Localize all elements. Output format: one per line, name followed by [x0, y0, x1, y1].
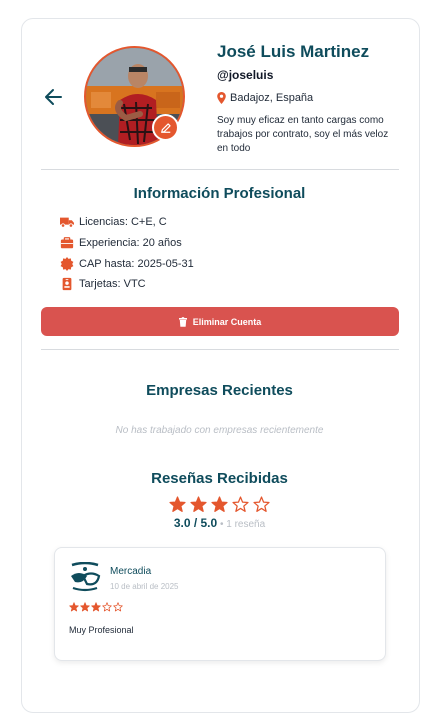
star-empty-icon [113, 602, 123, 612]
cap-text: CAP hasta: 2025-05-31 [79, 258, 194, 270]
review-date: 10 de abril de 2025 [110, 582, 179, 591]
review-company-name: Mercadia [110, 566, 152, 577]
company-logo-icon [71, 562, 101, 592]
info-cap: CAP hasta: 2025-05-31 [60, 256, 194, 272]
recent-companies-empty: No has trabajado con empresas recienteme… [115, 425, 324, 436]
star-filled-icon [211, 496, 228, 512]
experience-text: Experiencia: 20 años [79, 237, 182, 249]
star-filled-icon [91, 602, 101, 612]
back-button[interactable] [43, 88, 63, 106]
profile-name: José Luis Martinez [217, 42, 370, 61]
star-empty-icon [232, 496, 249, 512]
cards-text: Tarjetas: VTC [79, 278, 146, 290]
star-filled-icon [190, 496, 207, 512]
id-card-icon [62, 277, 72, 291]
briefcase-icon [60, 237, 74, 249]
professional-info-title: Información Profesional [133, 185, 306, 202]
avatar-container [84, 46, 185, 147]
review-rating-stars [69, 602, 123, 612]
average-rating-stars [0, 496, 439, 513]
star-empty-icon [253, 496, 270, 512]
delete-account-button[interactable]: Eliminar Cuenta [41, 307, 399, 336]
star-empty-icon [102, 602, 112, 612]
star-filled-icon [69, 602, 79, 612]
review-text: Muy Profesional [69, 625, 134, 635]
truck-icon [60, 217, 74, 228]
profile-bio: Soy muy eficaz en tanto cargas como trab… [217, 115, 389, 154]
star-filled-icon [169, 496, 186, 512]
trash-icon [178, 316, 187, 327]
recent-companies-title: Empresas Recientes [146, 382, 293, 399]
profile-location: Badajoz, España [217, 92, 313, 104]
review-count: • 1 reseña [217, 519, 266, 530]
info-licenses: Licencias: C+E, C [60, 214, 167, 230]
edit-avatar-button[interactable] [152, 114, 179, 141]
rating-summary: 3.0 / 5.0 • 1 reseña [0, 516, 439, 530]
reviews-title: Reseñas Recibidas [151, 470, 288, 487]
pencil-icon [160, 122, 171, 133]
review-card: Mercadia 10 de abril de 2025 Muy Profesi… [54, 547, 386, 661]
profile-handle: @joseluis [217, 68, 274, 82]
location-label: Badajoz, España [230, 92, 314, 104]
arrow-left-icon [45, 89, 62, 105]
divider [41, 349, 399, 350]
delete-account-label: Eliminar Cuenta [192, 316, 262, 327]
info-experience: Experiencia: 20 años [60, 235, 182, 251]
licenses-text: Licencias: C+E, C [79, 216, 167, 228]
star-filled-icon [80, 602, 90, 612]
certificate-icon [60, 257, 74, 271]
info-cards: Tarjetas: VTC [60, 276, 146, 292]
divider [41, 169, 399, 170]
rating-value: 3.0 / 5.0 [173, 516, 218, 530]
map-pin-icon [217, 92, 226, 104]
